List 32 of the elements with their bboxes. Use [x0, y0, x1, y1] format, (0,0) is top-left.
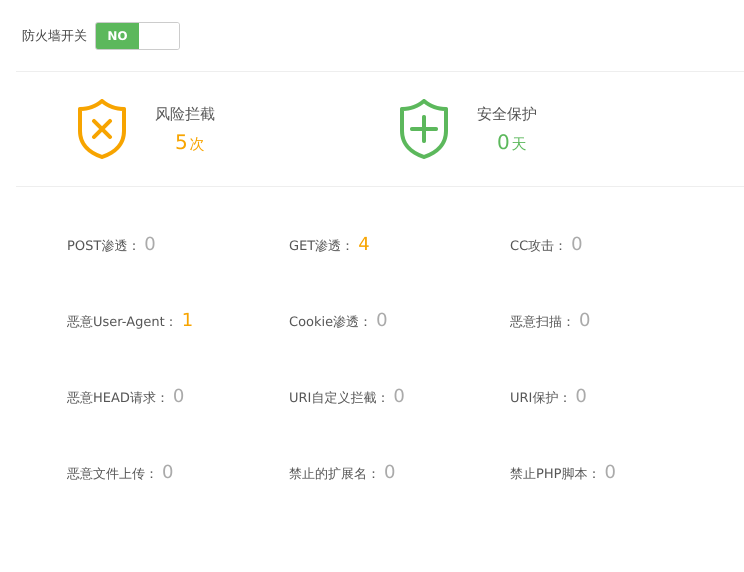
stat-count: 0 [571, 234, 583, 255]
stat-count: 0 [162, 462, 174, 483]
stat-count: 1 [182, 310, 194, 331]
summary-value: 5 次 [174, 130, 206, 154]
summary-value: 0 天 [496, 130, 528, 154]
stat-label: URI保护： [510, 390, 572, 407]
stat-label: 恶意User-Agent： [67, 314, 178, 331]
stat-count: 0 [393, 386, 405, 407]
stat-count: 0 [144, 234, 156, 255]
stat-label: 禁止的扩展名： [289, 466, 380, 483]
stat-count: 0 [604, 462, 616, 483]
shield-plus-icon [399, 99, 449, 159]
summary-title: 安全保护 [477, 105, 537, 124]
stat-label: CC攻击： [510, 238, 568, 255]
stat-label: 恶意HEAD请求： [67, 390, 169, 407]
stat-label: Cookie渗透： [289, 314, 372, 331]
shield-cross-icon [77, 99, 127, 159]
stat-count: 0 [579, 310, 590, 331]
summary-title: 风险拦截 [155, 105, 215, 124]
stat-label: POST渗透： [67, 238, 140, 255]
stat-count: 0 [376, 310, 388, 331]
stat-count: 4 [358, 234, 370, 255]
firewall-label: 防火墙开关 [22, 28, 87, 44]
stat-label: GET渗透： [289, 238, 354, 255]
stat-label: URI自定义拦截： [289, 390, 390, 407]
firewall-toggle[interactable]: NO [95, 22, 180, 50]
stat-count: 0 [384, 462, 396, 483]
stat-count: 0 [172, 386, 184, 407]
stat-label: 恶意扫描： [510, 314, 575, 331]
stat-label: 禁止PHP脚本： [510, 466, 600, 483]
stat-count: 0 [575, 386, 587, 407]
stat-label: 恶意文件上传： [67, 466, 158, 483]
